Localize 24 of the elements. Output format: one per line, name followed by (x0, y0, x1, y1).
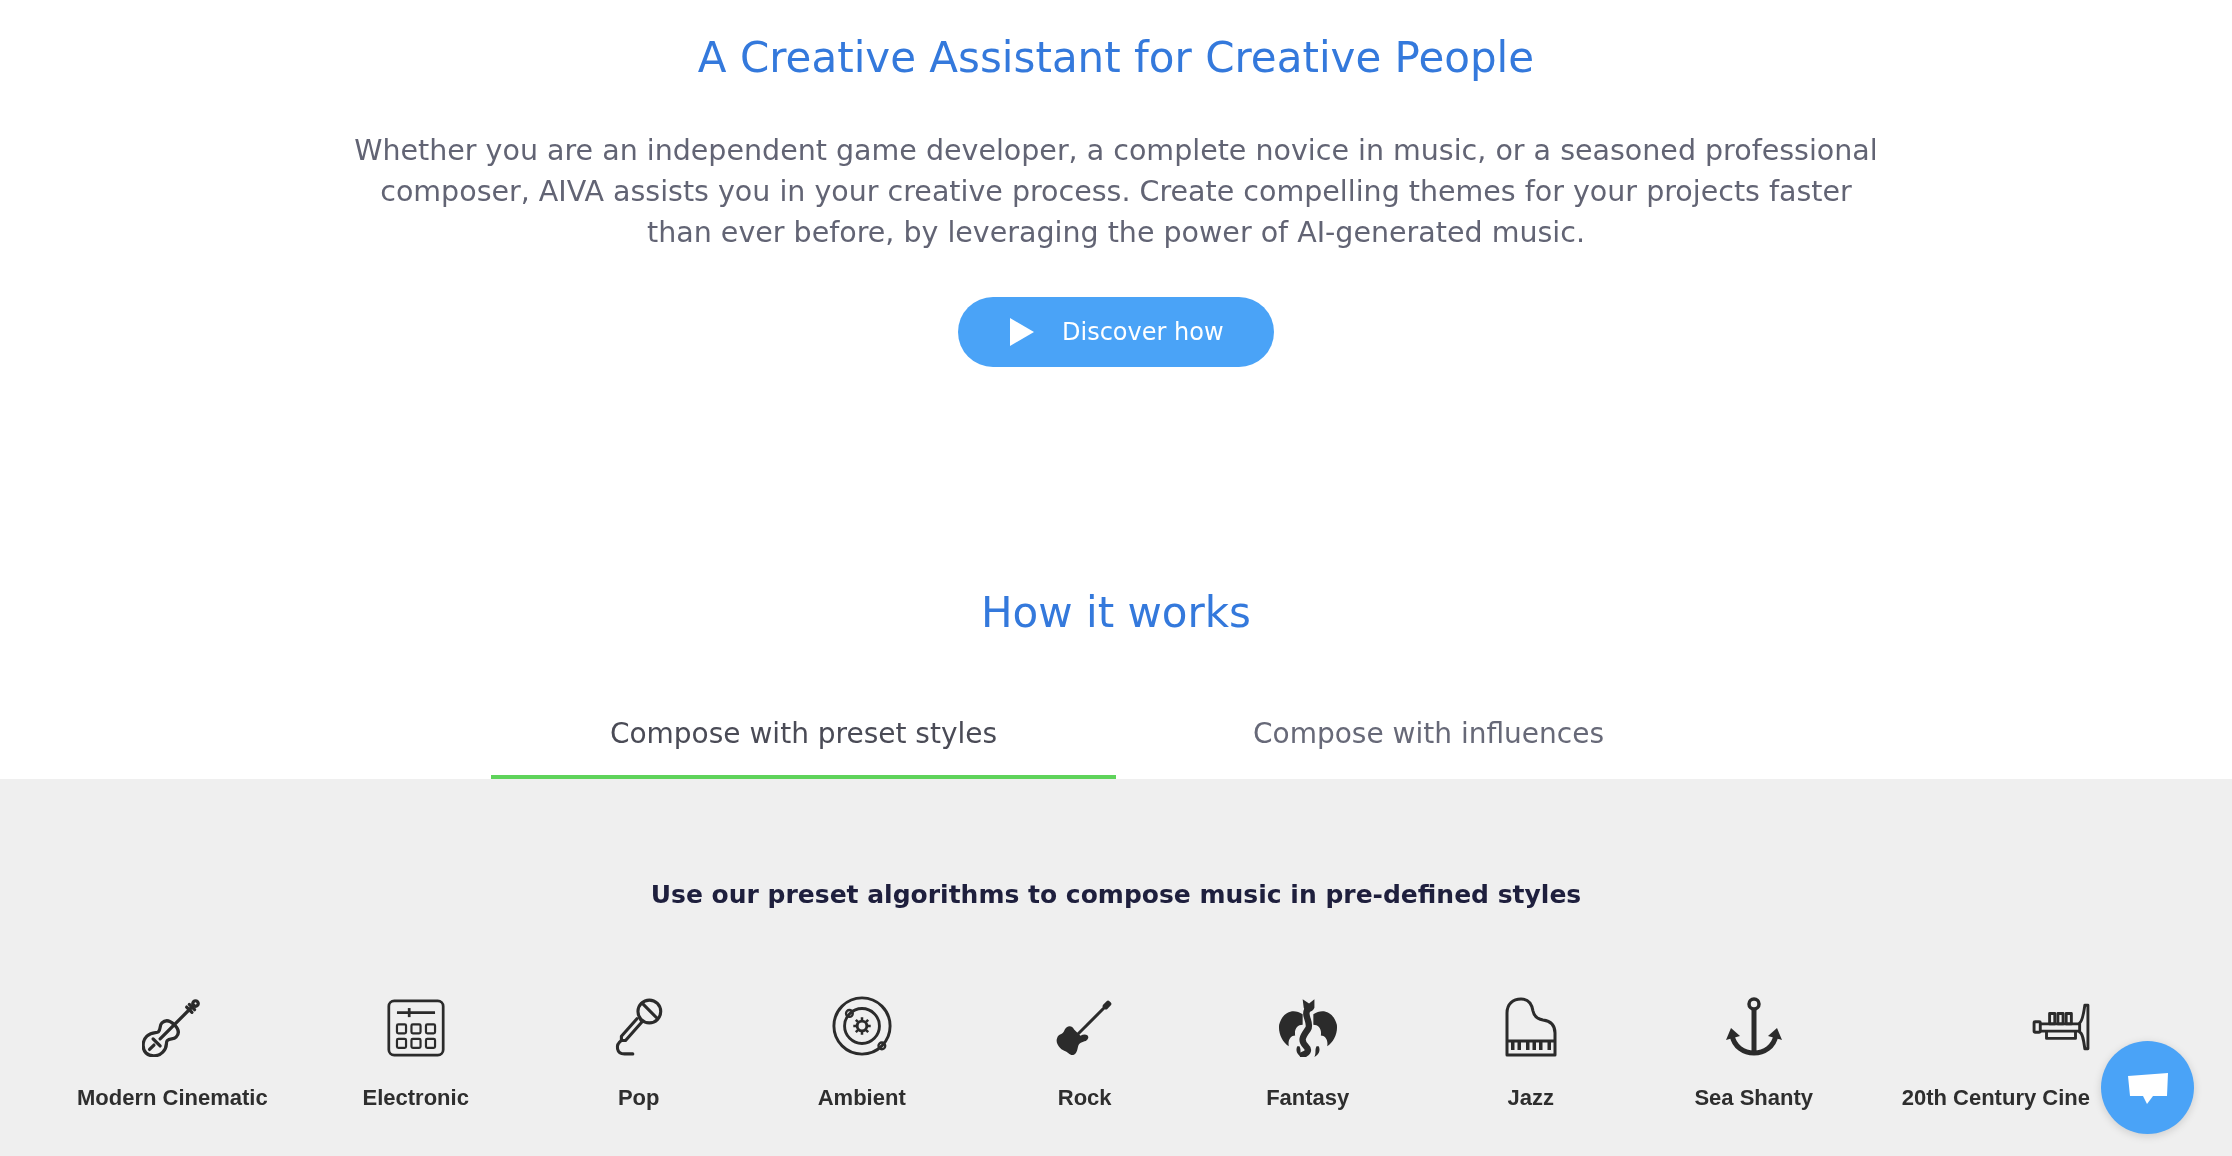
intro-paragraph: Whether you are an independent game developer, a complete novice in music, or a seasoned professional composer, AIVA assists you in your creative process. Create compelling themes for your projects faster than ever before, by leveraging the power of AI-generated music. (354, 133, 1878, 251)
speech-bubble-icon (2125, 1070, 2170, 1105)
tab[interactable]: Compose with influences (1116, 717, 1741, 779)
trumpet-icon (2031, 1002, 2090, 1052)
pad-grid-icon (386, 999, 445, 1057)
orbit-icon (830, 995, 893, 1057)
style-option[interactable]: Electronic (340, 995, 491, 1113)
style-option[interactable]: Fantasy (1232, 995, 1383, 1113)
panel-heading: Use our preset algorithms to compose music in pre-defined styles (650, 879, 1582, 911)
anchor-icon (1723, 997, 1784, 1057)
microphone-icon (613, 997, 664, 1057)
style-option[interactable]: Pop (563, 995, 714, 1113)
style-option[interactable]: Rock (1009, 995, 1160, 1113)
section-title: How it works (981, 589, 1251, 637)
style-option[interactable]: Sea Shanty (1678, 995, 1829, 1113)
style-option[interactable]: Ambient (786, 995, 937, 1113)
grand-piano-icon (1503, 997, 1558, 1057)
section-title: A Creative Assistant for Creative People (697, 32, 1535, 84)
violin-icon (142, 997, 203, 1057)
style-option[interactable]: 20th Century Cine (1901, 995, 2090, 1113)
style-option[interactable]: Jazz (1455, 995, 1606, 1113)
style-option[interactable]: Modern Cinematic (77, 995, 268, 1113)
play-icon (1010, 318, 1034, 346)
dragon-icon (1276, 997, 1339, 1057)
